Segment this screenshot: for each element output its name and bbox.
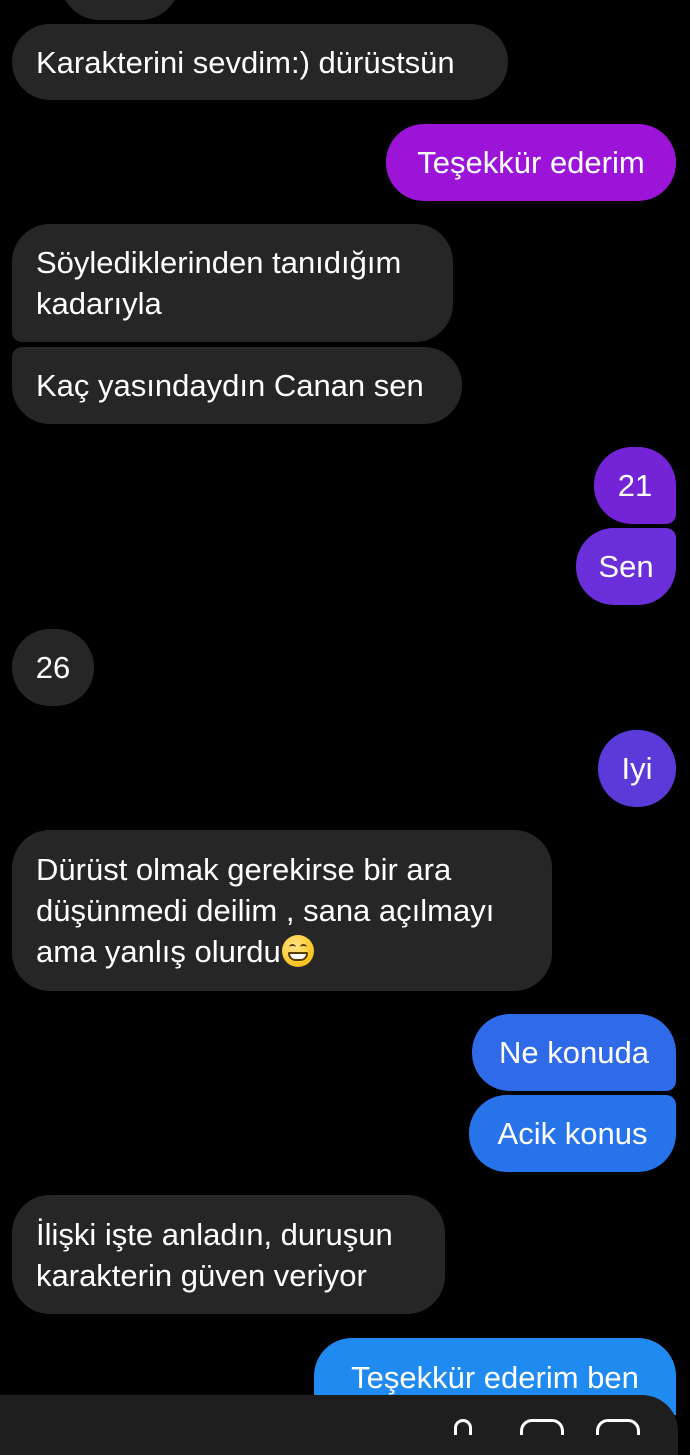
message-text: Karakterini sevdim:) dürüstsün [36, 44, 455, 80]
message-text-block: Söylediklerinden tanıdığım kadarıyla [36, 242, 401, 324]
message-text: Iyi [621, 751, 653, 786]
sticker-icon[interactable] [596, 1419, 640, 1435]
message-text: Sen [598, 549, 654, 584]
received-message[interactable]: İlişki işte anladın, duruşun karakterin … [12, 1195, 445, 1314]
message-text: 21 [617, 468, 653, 503]
sent-message[interactable]: 21 [594, 447, 676, 524]
received-message[interactable]: Karakterini sevdim:) dürüstsün [12, 24, 508, 100]
message-text-block: Dürüst olmak gerekirse bir ara düşünmedi… [36, 849, 494, 972]
message-text: Teşekkür ederim [417, 145, 645, 180]
sent-message[interactable]: Ne konuda [472, 1014, 676, 1091]
gallery-icon[interactable] [520, 1419, 564, 1435]
message-text: Kaç yasındaydın Canan sen [36, 368, 424, 403]
message-text-block: İlişki işte anladın, duruşun karakterin … [36, 1214, 393, 1296]
message-line: ama yanlış olurdu [36, 934, 281, 969]
sent-message[interactable]: Iyi [598, 730, 676, 807]
sent-message[interactable]: Teşekkür ederim [386, 124, 676, 201]
received-message[interactable]: Söylediklerinden tanıdığım kadarıyla [12, 224, 453, 342]
message-text: Teşekkür ederim ben [351, 1360, 639, 1395]
message-text: 26 [35, 650, 71, 685]
sent-message[interactable]: Acik konus [469, 1095, 676, 1172]
sent-message[interactable]: Sen [576, 528, 676, 605]
message-line: karakterin güven veriyor [36, 1257, 367, 1293]
received-message[interactable]: Kaç yasındaydın Canan sen [12, 347, 462, 424]
message-composer-bar[interactable] [0, 1395, 678, 1455]
message-line: Dürüst olmak gerekirse bir ara [36, 852, 452, 887]
microphone-icon[interactable] [454, 1419, 472, 1435]
received-message[interactable]: 26 [12, 629, 94, 706]
message-text: Ne konuda [499, 1035, 649, 1070]
grinning-face-emoji-icon [281, 935, 314, 967]
message-line: İlişki işte anladın, duruşun [36, 1216, 393, 1252]
received-message[interactable]: Dürüst olmak gerekirse bir ara düşünmedi… [12, 830, 552, 991]
message-line: düşünmedi deilim , sana açılmayı [36, 893, 495, 928]
message-line-with-emoji: ama yanlış olurdu [36, 931, 494, 972]
message-line: kadarıyla [36, 286, 162, 321]
message-text: Acik konus [497, 1116, 648, 1151]
previous-message-bubble [60, 0, 180, 20]
message-line: Söylediklerinden tanıdığım [36, 245, 402, 280]
